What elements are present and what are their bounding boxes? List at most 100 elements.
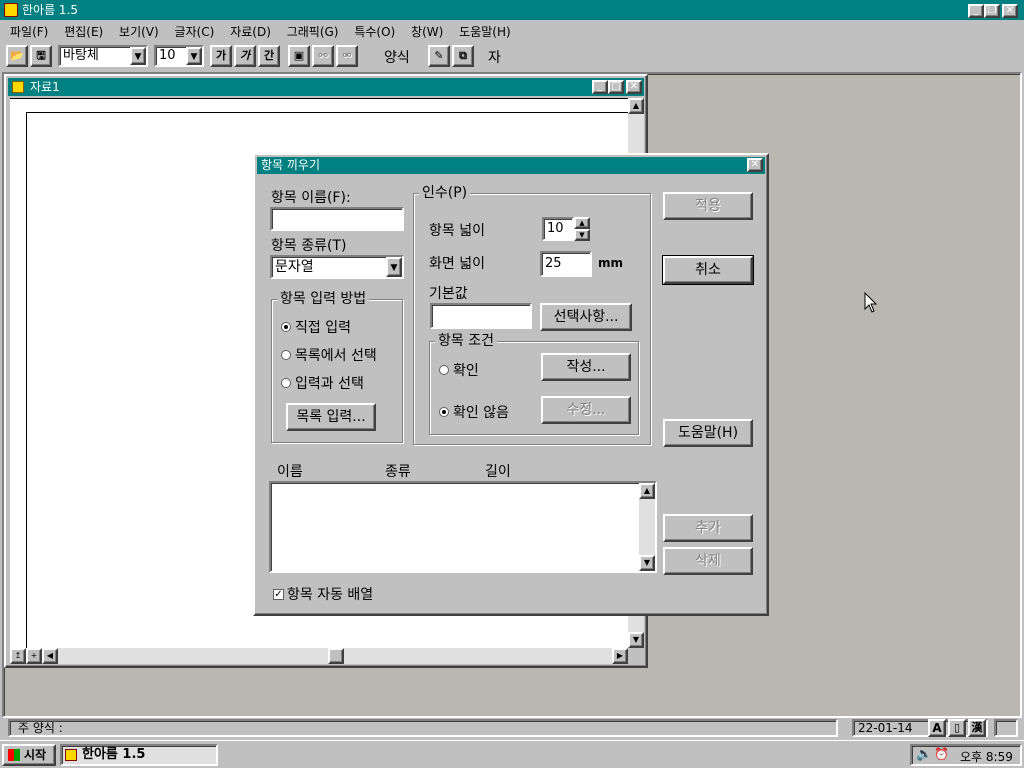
screen-width-value: 25 xyxy=(545,256,562,271)
doc-close-button[interactable]: ✕ xyxy=(626,80,642,94)
screen-width-unit: mm xyxy=(598,256,624,270)
app-minimize-button[interactable]: _ xyxy=(968,4,984,18)
scroll-up-icon[interactable]: ▲ xyxy=(628,98,644,114)
list-scroll-down-icon[interactable]: ▼ xyxy=(639,555,655,571)
direct-input-label[interactable]: 직접 입력 xyxy=(295,317,351,337)
list-input-button[interactable]: 목록 입력... xyxy=(286,403,376,431)
scheduler-icon[interactable]: ⏰ xyxy=(934,747,949,761)
column-header-name: 이름 xyxy=(277,464,303,480)
spin-down-icon[interactable]: ▼ xyxy=(574,229,590,241)
scroll-down-icon[interactable]: ▼ xyxy=(628,632,644,648)
add-button[interactable]: 추가 xyxy=(663,514,753,542)
item-width-value: 10 xyxy=(547,221,564,236)
item-list[interactable]: ▲ ▼ xyxy=(269,481,657,573)
help-button[interactable]: 도움말(H) xyxy=(663,419,753,447)
insert-item-dialog[interactable]: 항목 끼우기 ✕ 항목 이름(F): 항목 종류(T) 문자열 ▼ 항목 입력 … xyxy=(253,153,769,616)
item-type-combo[interactable]: 문자열 ▼ xyxy=(270,255,404,279)
choices-button[interactable]: 선택사항... xyxy=(540,303,632,331)
cancel-button[interactable]: 취소 xyxy=(662,255,754,285)
screen-width-input[interactable]: 25 xyxy=(540,251,592,277)
no-confirm-radio[interactable] xyxy=(439,407,449,417)
column-header-type: 종류 xyxy=(385,464,411,480)
app-restore-button[interactable]: ❐ xyxy=(984,4,1000,18)
start-button[interactable]: 시작 xyxy=(2,744,56,766)
list-scroll-up-icon[interactable]: ▲ xyxy=(639,483,655,499)
list-select-radio[interactable] xyxy=(281,350,291,360)
font-a-icon[interactable]: A xyxy=(928,719,946,737)
no-confirm-label[interactable]: 확인 않음 xyxy=(453,402,509,422)
horizontal-scrollbar[interactable]: ↥ + ◀ ▶ xyxy=(10,648,628,664)
item-name-input[interactable] xyxy=(270,207,404,231)
input-and-select-radio[interactable] xyxy=(281,378,291,388)
clock[interactable]: 오후 8:59 xyxy=(960,748,1013,765)
app-titlebar[interactable]: 한아름 1.5 _ ❐ ✕ xyxy=(0,0,1024,20)
link-icon[interactable]: ⚯ xyxy=(312,45,334,67)
spin-up-icon[interactable]: ▲ xyxy=(574,217,590,229)
page-view-icon[interactable]: ↥ xyxy=(10,648,26,664)
direct-input-radio[interactable] xyxy=(281,322,291,332)
save-file-icon[interactable]: 🖫 xyxy=(30,45,52,67)
horizontal-scroll-thumb[interactable] xyxy=(328,648,344,664)
italic-button[interactable]: 가 xyxy=(234,45,256,67)
scroll-left-icon[interactable]: ◀ xyxy=(42,648,58,664)
chevron-down-icon[interactable]: ▼ xyxy=(386,257,402,277)
windows-logo-icon xyxy=(8,749,20,761)
chevron-down-icon[interactable]: ▼ xyxy=(186,47,202,65)
scroll-right-icon[interactable]: ▶ xyxy=(612,648,628,664)
menu-special[interactable]: 특수(O) xyxy=(348,22,401,42)
bold-button[interactable]: 가 xyxy=(210,45,232,67)
speaker-icon[interactable]: 🔈 xyxy=(916,747,932,762)
auto-arrange-checkbox[interactable]: ✓ xyxy=(273,589,284,600)
font-name-combo[interactable]: 바탕체 ▼ xyxy=(58,45,148,67)
menu-data[interactable]: 자료(D) xyxy=(224,22,277,42)
hanarum-app-icon xyxy=(65,749,77,761)
column-header-length: 길이 xyxy=(485,464,511,480)
apply-button[interactable]: 적용 xyxy=(663,192,753,220)
dialog-titlebar[interactable]: 항목 끼우기 ✕ xyxy=(257,157,765,174)
confirm-label[interactable]: 확인 xyxy=(453,360,479,380)
create-button[interactable]: 작성... xyxy=(541,353,631,381)
confirm-radio[interactable] xyxy=(439,365,449,375)
menu-char[interactable]: 글자(C) xyxy=(169,22,221,42)
font-size-combo[interactable]: 10 ▼ xyxy=(154,45,204,67)
list-vertical-scrollbar[interactable]: ▲ ▼ xyxy=(639,483,655,571)
input-and-select-label[interactable]: 입력과 선택 xyxy=(295,373,364,393)
zoom-plus-icon[interactable]: + xyxy=(26,648,42,664)
menu-view[interactable]: 보기(V) xyxy=(113,22,165,42)
doc-title: 자료1 xyxy=(30,80,60,94)
open-file-icon[interactable]: 📂 xyxy=(6,45,28,67)
edit-button[interactable]: 수정... xyxy=(541,396,631,424)
doc-minimize-button[interactable]: _ xyxy=(592,80,608,94)
hanarum-app-icon xyxy=(4,3,18,17)
item-width-input[interactable]: 10 xyxy=(542,217,574,241)
chevron-down-icon[interactable]: ▼ xyxy=(130,47,146,65)
list-select-label[interactable]: 목록에서 선택 xyxy=(295,345,377,365)
input-method-legend: 항목 입력 방법 xyxy=(277,291,370,307)
menu-file[interactable]: 파일(F) xyxy=(4,22,54,42)
doc-titlebar[interactable]: 자료1 _ □ ✕ xyxy=(8,78,644,96)
default-value-input[interactable] xyxy=(430,303,532,329)
delete-button[interactable]: 삭제 xyxy=(663,547,753,575)
edit-style-icon[interactable]: ✎ xyxy=(428,45,450,67)
window-style-icon[interactable]: ⧉ xyxy=(452,45,474,67)
status-empty-panel xyxy=(994,719,1018,737)
taskbar-task-hanarum[interactable]: 한아름 1.5 xyxy=(60,744,218,766)
page-icon[interactable]: ▯ xyxy=(948,719,966,737)
menu-window[interactable]: 창(W) xyxy=(405,22,449,42)
menu-help[interactable]: 도움말(H) xyxy=(453,22,517,42)
korean-input-icon[interactable]: 漢 xyxy=(968,719,986,737)
doc-maximize-button[interactable]: □ xyxy=(608,80,624,94)
underline-button[interactable]: 간 xyxy=(258,45,280,67)
font-size-value: 10 xyxy=(159,48,176,63)
menu-edit[interactable]: 편집(E) xyxy=(58,22,109,42)
menu-graphic[interactable]: 그래픽(G) xyxy=(281,22,345,42)
item-width-label: 항목 넓이 xyxy=(429,223,485,239)
unlink-icon[interactable]: ⚮ xyxy=(336,45,358,67)
frame-icon[interactable]: ▣ xyxy=(288,45,310,67)
toolbar-last-label: 자 xyxy=(488,50,501,66)
status-bar: 주 양식 : 22-01-14 A ▯ 漢 xyxy=(0,718,1024,738)
auto-arrange-label[interactable]: 항목 자동 배열 xyxy=(287,584,373,604)
dialog-close-button[interactable]: ✕ xyxy=(747,158,763,172)
app-close-button[interactable]: ✕ xyxy=(1002,4,1018,18)
document-icon xyxy=(12,81,24,93)
